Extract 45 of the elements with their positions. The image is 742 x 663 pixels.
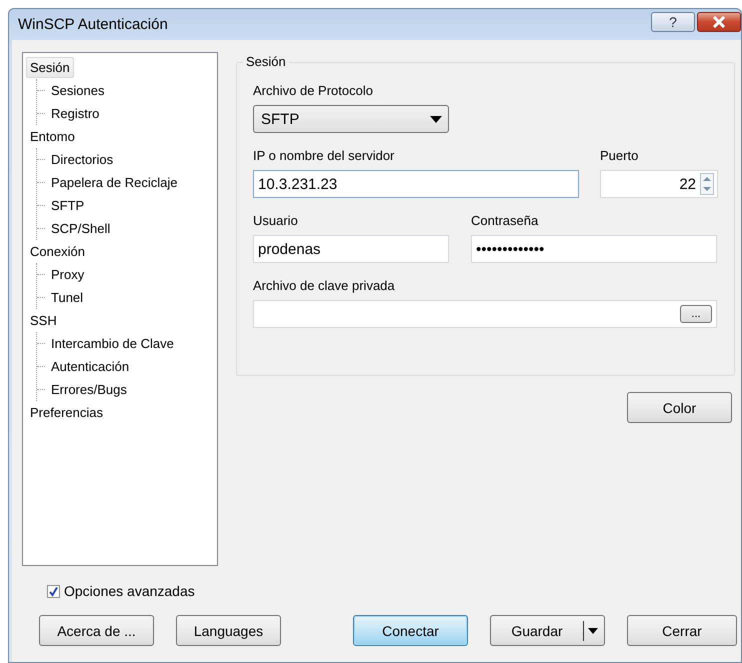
caret-icon [588,628,598,634]
tree-item[interactable]: Sesiones [47,80,108,101]
tree-item[interactable]: SCP/Shell [47,218,114,239]
tree-item[interactable]: Proxy [47,264,88,285]
tree-item[interactable]: Entomo [26,126,79,147]
input-field[interactable]: 10.3.231.23 [253,170,579,198]
password-field[interactable]: ••••••••••••• [471,235,717,263]
help-button[interactable]: ? [651,12,695,32]
button[interactable]: Cerrar [627,615,737,646]
button[interactable]: Acerca de ... [39,615,154,646]
button[interactable]: Languages [176,615,281,646]
spin-arrows-icon [700,173,714,195]
field-label: Usuario [253,213,299,229]
window-title: WinSCP Autenticación [18,16,169,33]
button[interactable]: Conectar [353,615,468,646]
tree-item[interactable]: Autenticación [47,356,134,377]
group-title: Sesión [243,54,289,69]
tree-item[interactable]: Sesión [26,57,74,78]
close-icon [712,16,726,28]
tree-item[interactable]: Papelera de Reciclaje [47,172,182,193]
tree-item[interactable]: SFTP [47,195,88,216]
checkbox[interactable] [47,584,60,598]
field-label: Archivo de Protocolo [253,83,374,99]
tree-item[interactable]: Conexión [26,241,89,262]
field-label: IP o nombre del servidor [253,148,396,164]
caret-icon [430,116,442,122]
tree-item[interactable]: Directorios [47,149,118,170]
field-label: Archivo de clave privada [253,278,396,294]
split-button[interactable]: Guardar [490,615,605,646]
checkbox-label[interactable]: Opciones avanzadas [64,583,195,599]
tree-item[interactable]: Tunel [47,287,88,308]
color-button[interactable]: Color [627,392,732,423]
field-label: Contraseña [471,213,540,229]
close-button[interactable] [697,12,741,32]
port-spinbox[interactable]: 22 [600,170,718,198]
input-field[interactable]: ... [253,300,717,328]
protocol-dropdown[interactable]: SFTP [253,105,449,133]
field-label: Puerto [600,148,640,164]
tree-item[interactable]: Errores/Bugs [47,379,131,400]
tree-item[interactable]: Intercambio de Clave [47,333,178,354]
tree-item[interactable]: SSH [26,310,61,331]
tree-item[interactable]: Registro [47,103,104,124]
input-field[interactable]: prodenas [253,235,449,263]
tree-item[interactable]: Preferencias [26,402,107,423]
browse-button[interactable]: ... [680,305,712,323]
